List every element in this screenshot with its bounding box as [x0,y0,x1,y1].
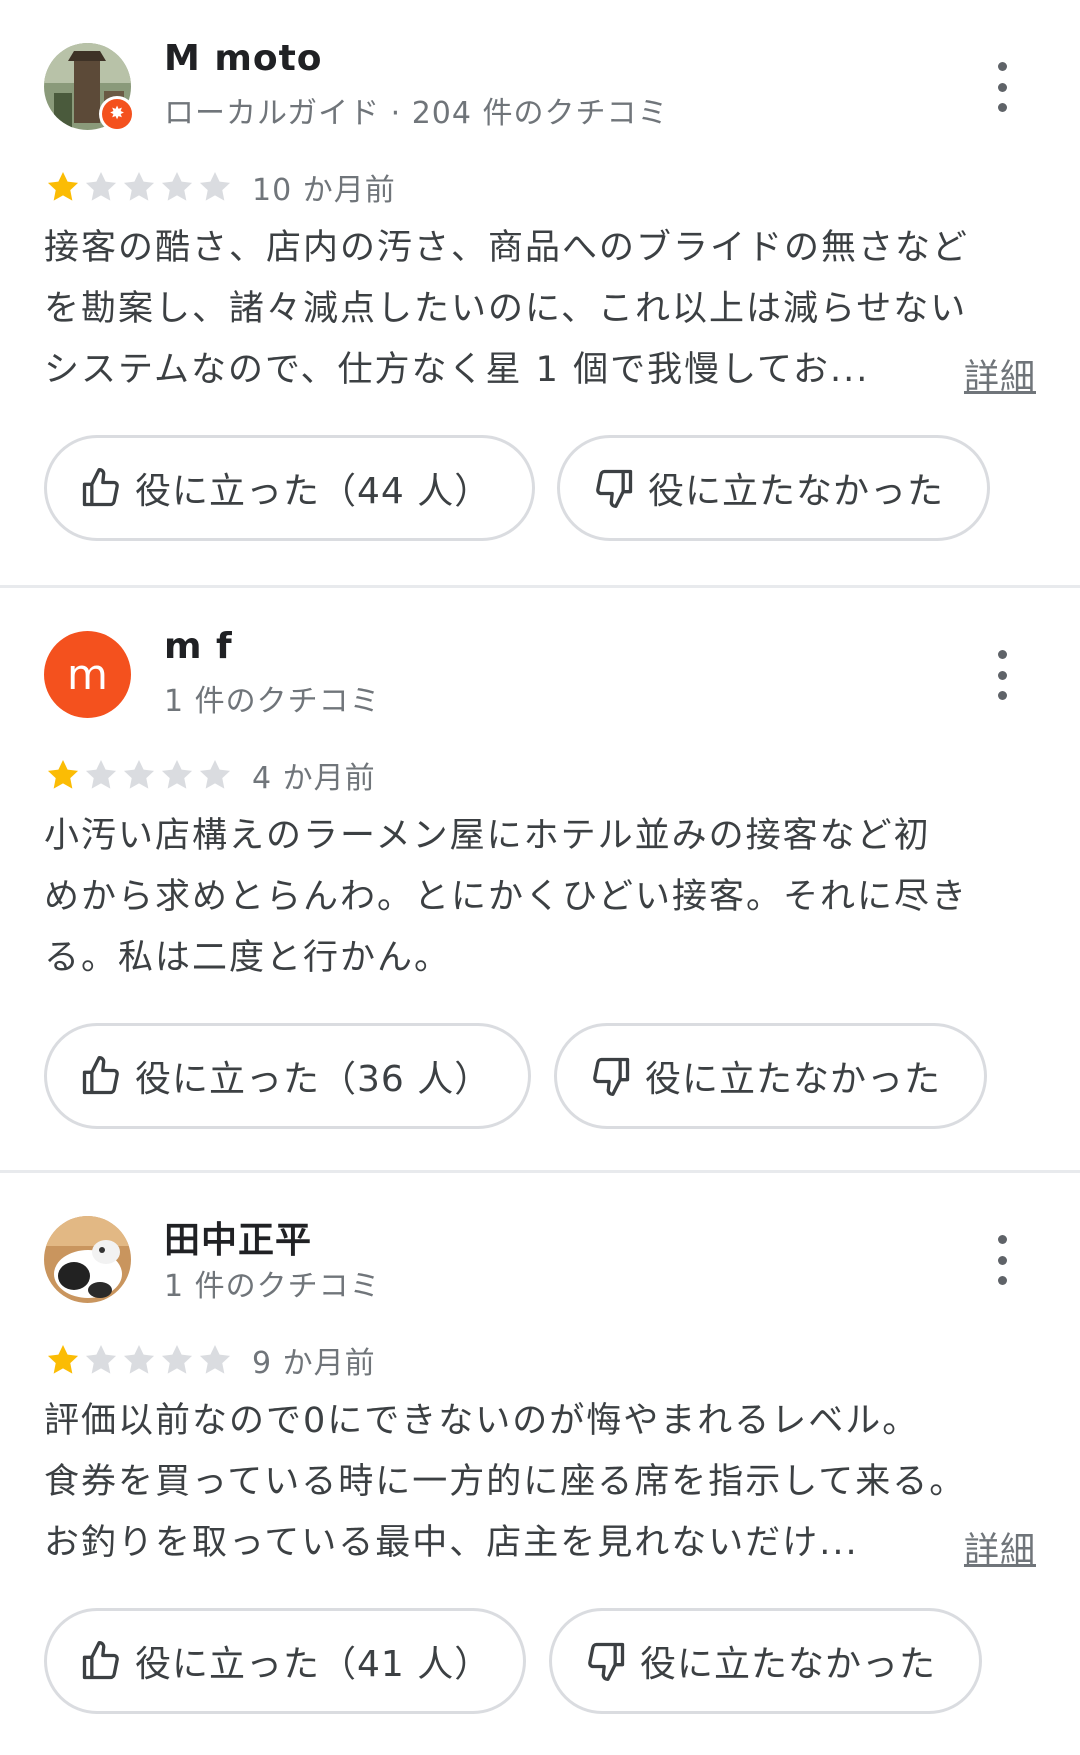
avatar[interactable]: m [44,631,131,718]
rating-row: 10 か月前 [44,165,396,209]
thumb-up-icon [82,468,119,507]
star-icon [161,759,193,789]
star-icon [47,1344,79,1374]
reviewer-meta: 1 件のクチコミ [164,684,381,719]
star-rating [44,1341,234,1379]
avatar[interactable]: ✸ [44,43,135,132]
not-helpful-button[interactable]: 役に立たなかった [557,435,990,541]
not-helpful-button[interactable]: 役に立たなかった [554,1023,987,1129]
helpful-label: 役に立った（36 人） [135,1059,492,1100]
star-icon [161,1344,193,1374]
review-text-line: 小汚い店構えのラーメン屋にホテル並みの接客など初 [44,816,931,856]
review-card: ✸ M moto ローカルガイド · 204 件のクチコミ 10 か月前 接客の… [0,0,1080,585]
reviewer-meta: 1 件のクチコミ [164,1269,381,1304]
review-text-line: 接客の酷さ、店内の汚さ、商品へのブライドの無さなど [44,228,970,268]
rating-row: 4 か月前 [44,753,376,797]
review-text-line: る。私は二度と行かん。 [44,938,452,978]
thumb-down-icon [588,1642,625,1681]
review-text-line: 食券を買っている時に一方的に座る席を指示して来る。 [44,1462,967,1502]
review-text-line: 評価以前なので0にできないのが悔やまれるレベル。 [44,1401,920,1441]
review-time: 4 か月前 [252,761,376,796]
review-text: 評価以前なので0にできないのが悔やまれるレベル。 食券を買っている時に一方的に座… [44,1391,1034,1574]
star-icon [85,1344,117,1374]
not-helpful-label: 役に立たなかった [645,1059,942,1100]
read-more-link[interactable]: 詳細 [964,1522,1036,1573]
local-guide-badge-icon: ✸ [99,96,135,132]
star-icon [199,1344,231,1374]
thumb-up-icon [82,1056,119,1095]
star-icon [85,759,117,789]
reviewer-name[interactable]: M moto [164,38,323,79]
thumb-up-icon [82,1641,119,1680]
avatar[interactable] [44,1216,131,1303]
not-helpful-label: 役に立たなかった [648,471,945,512]
read-more-link[interactable]: 詳細 [964,349,1036,400]
star-icon [123,171,155,201]
more-vert-icon[interactable] [990,650,1014,700]
review-text-line: お釣りを取っている最中、店主を見れないだけ... [44,1523,859,1563]
star-icon [47,759,79,789]
avatar-letter: m [44,631,131,718]
helpful-label: 役に立った（44 人） [135,471,492,512]
star-icon [199,759,231,789]
review-time: 9 か月前 [252,1346,376,1381]
thumb-down-icon [596,469,633,508]
star-rating [44,756,234,794]
helpful-label: 役に立った（41 人） [135,1644,492,1685]
star-icon [199,171,231,201]
helpful-button[interactable]: 役に立った（41 人） [44,1608,526,1714]
star-icon [85,171,117,201]
review-text-line: めから求めとらんわ。とにかくひどい接客。それに尽き [44,877,968,917]
not-helpful-button[interactable]: 役に立たなかった [549,1608,982,1714]
review-card: 田中正平 1 件のクチコミ 9 か月前 評価以前なので0にできないのが悔やまれる… [0,1170,1080,1755]
avatar-photo [44,1216,131,1303]
reviewer-name[interactable]: m f [164,626,233,667]
review-text: 接客の酷さ、店内の汚さ、商品へのブライドの無さなど を勘案し、諸々減点したいのに… [44,218,1034,401]
star-icon [123,759,155,789]
review-text-line: システムなので、仕方なく星 1 個で我慢してお... [44,350,870,390]
review-text: 小汚い店構えのラーメン屋にホテル並みの接客など初 めから求めとらんわ。とにかくひ… [44,806,1034,989]
review-card: m m f 1 件のクチコミ 4 か月前 小汚い店構えのラーメン屋にホテル並みの… [0,585,1080,1170]
helpful-button[interactable]: 役に立った（44 人） [44,435,535,541]
helpful-button[interactable]: 役に立った（36 人） [44,1023,531,1129]
star-icon [47,171,79,201]
star-icon [161,171,193,201]
more-vert-icon[interactable] [990,62,1014,112]
more-vert-icon[interactable] [990,1235,1014,1285]
reviewer-name[interactable]: 田中正平 [164,1211,312,1263]
star-icon [123,1344,155,1374]
review-time: 10 か月前 [252,173,396,208]
not-helpful-label: 役に立たなかった [640,1644,937,1685]
review-text-line: を勘案し、諸々減点したいのに、これ以上は減らせない [44,289,968,329]
rating-row: 9 か月前 [44,1338,376,1382]
star-rating [44,168,234,206]
thumb-down-icon [593,1057,630,1096]
reviewer-meta: ローカルガイド · 204 件のクチコミ [164,96,669,131]
